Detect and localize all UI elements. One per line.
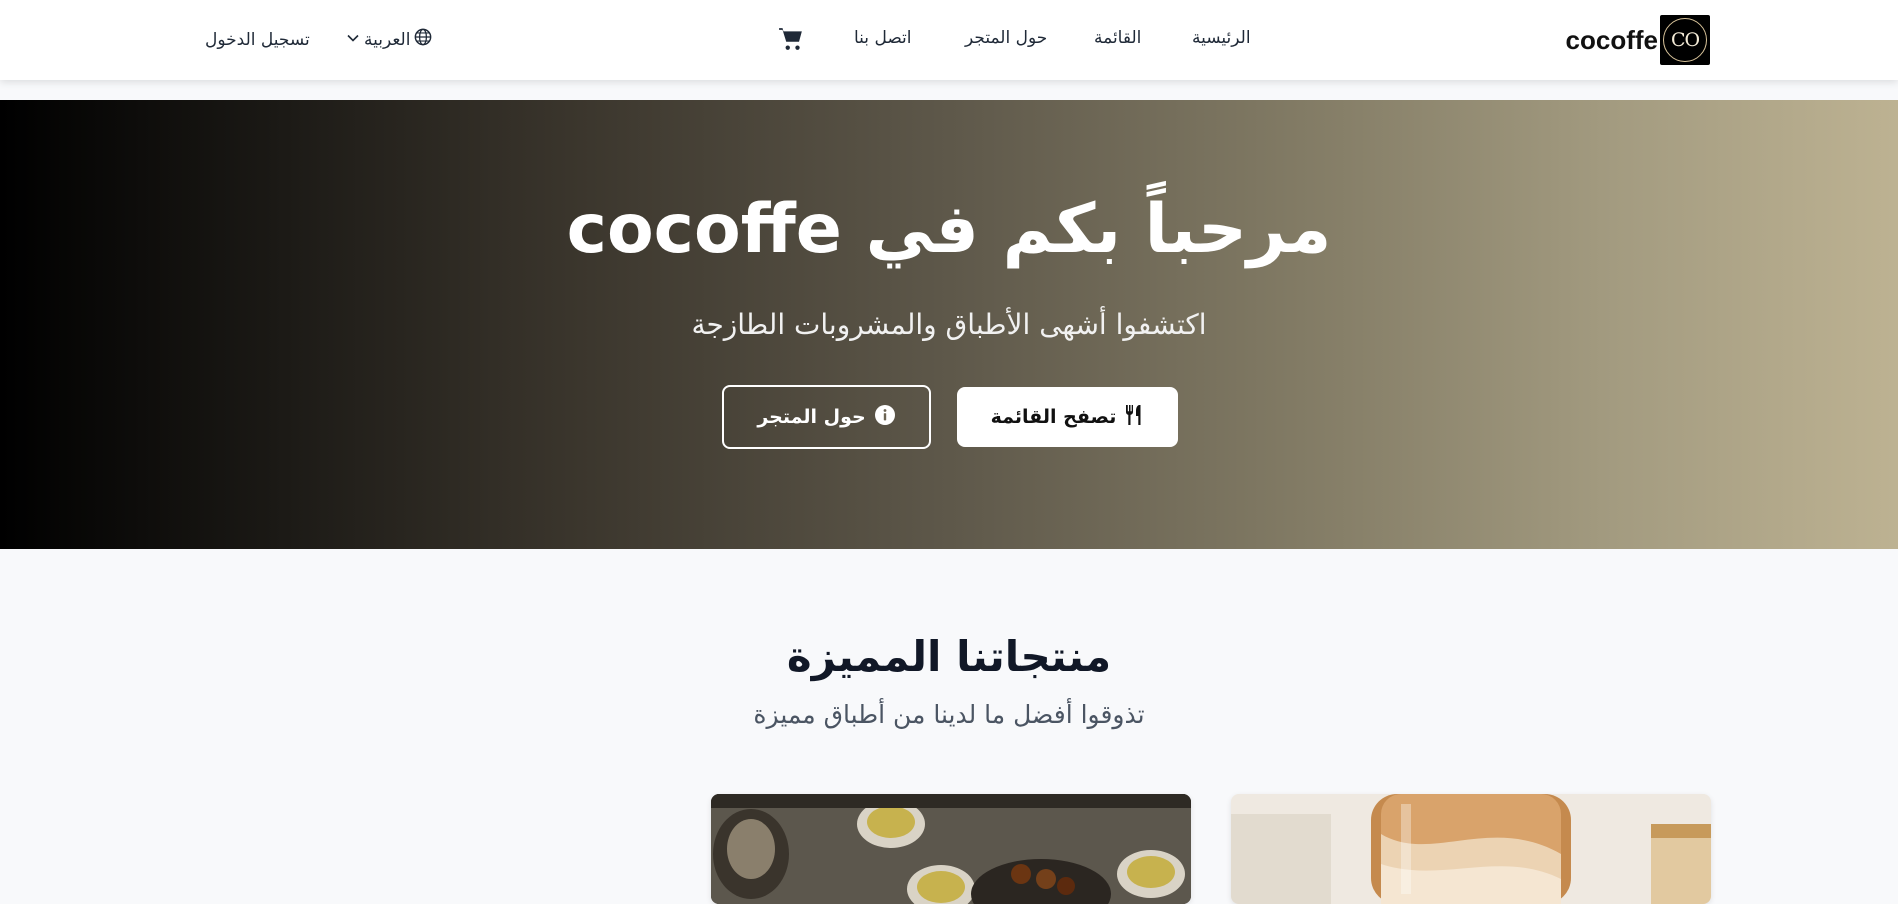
nav-link-home[interactable]: الرئيسية: [1192, 28, 1251, 48]
browse-menu-label: تصفح القائمة: [990, 406, 1117, 428]
nav-link-contact[interactable]: اتصل بنا: [854, 28, 912, 48]
navbar: cocoffe CO الرئيسية القائمة حول المتجر ا…: [0, 0, 1898, 80]
chevron-down-icon: [346, 30, 360, 50]
info-circle-icon: [874, 404, 896, 431]
language-selector[interactable]: العربية: [346, 28, 432, 51]
nav-link-about[interactable]: حول المتجر: [965, 28, 1047, 48]
language-label: العربية: [364, 29, 411, 50]
utensils-icon: [1124, 404, 1144, 431]
product-image-iced-coffee: [1231, 794, 1711, 904]
product-image-tea: [711, 794, 1191, 904]
shopping-cart-icon[interactable]: [778, 26, 804, 52]
about-store-button[interactable]: حول المتجر: [722, 385, 931, 449]
hero-title: مرحباً بكم في cocoffe: [566, 190, 1332, 269]
featured-title: منتجاتنا المميزة: [786, 632, 1112, 681]
hero-subtitle: اكتشفوا أشهى الأطباق والمشروبات الطازجة: [691, 308, 1207, 341]
brand-name: cocoffe: [1565, 24, 1658, 55]
brand-logo: CO: [1660, 15, 1710, 65]
product-card[interactable]: [711, 794, 1191, 904]
browse-menu-button[interactable]: تصفح القائمة: [957, 387, 1178, 447]
nav-link-menu[interactable]: القائمة: [1094, 28, 1141, 48]
featured-subtitle: تذوقوا أفضل ما لدينا من أطباق مميزة: [753, 700, 1145, 729]
globe-icon: [414, 28, 432, 51]
brand-logo-text: CO: [1663, 18, 1707, 62]
brand[interactable]: cocoffe CO: [1566, 15, 1710, 65]
product-card[interactable]: [1231, 794, 1711, 904]
about-store-label: حول المتجر: [757, 406, 866, 428]
login-link[interactable]: تسجيل الدخول: [205, 30, 310, 50]
